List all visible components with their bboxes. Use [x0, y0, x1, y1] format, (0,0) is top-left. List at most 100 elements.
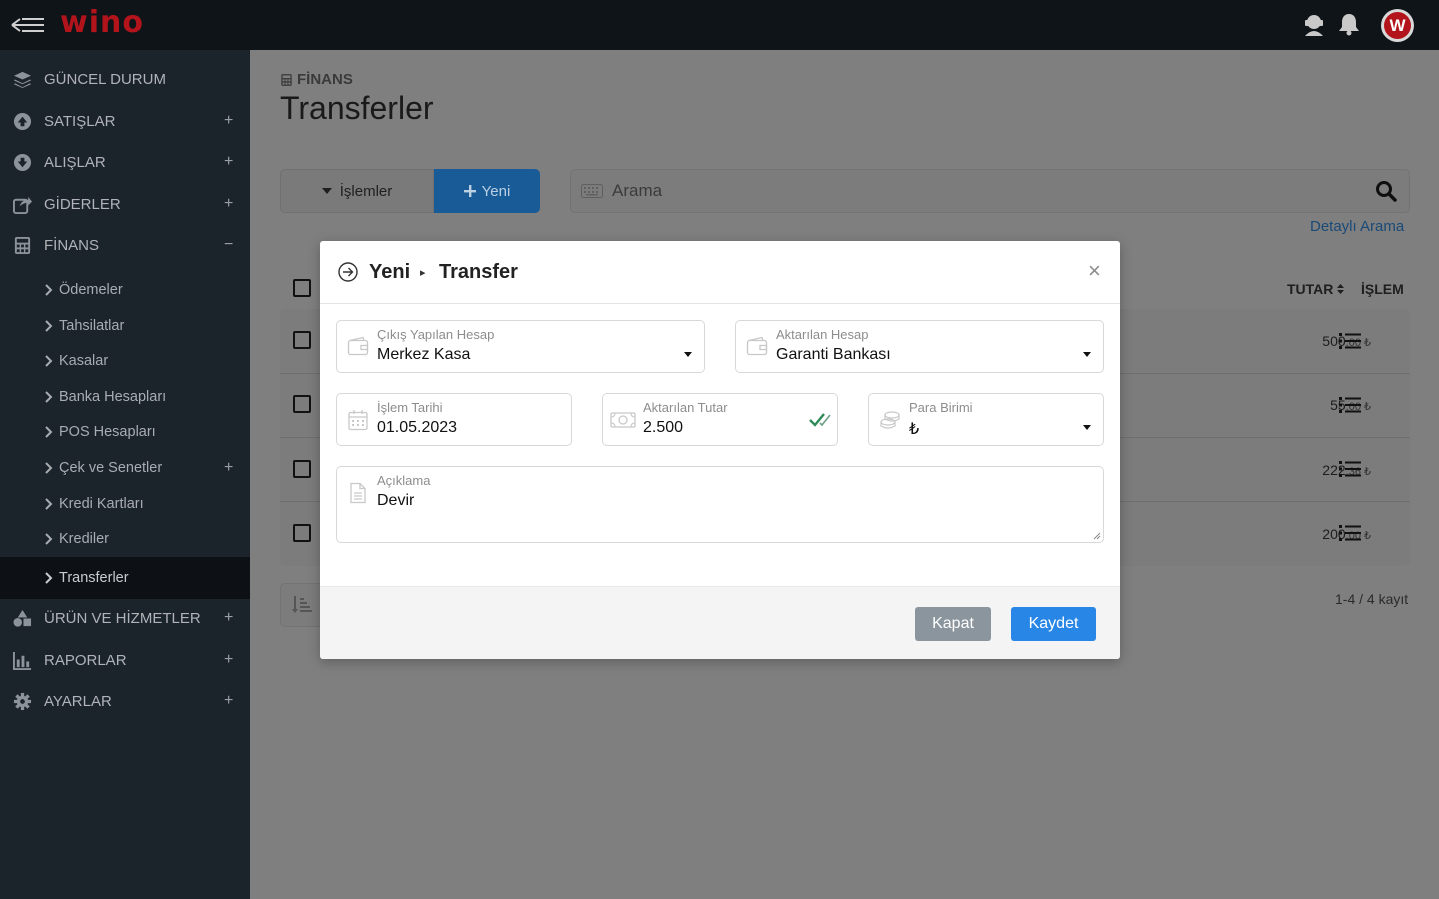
sidebar-item-label: AYARLAR [44, 692, 112, 710]
description-textarea[interactable]: Açıklama Devir [336, 466, 1104, 543]
sort-button[interactable] [280, 583, 324, 627]
sidebar-subitem-odemeler[interactable]: Ödemeler [0, 273, 250, 307]
search-input[interactable]: Arama [570, 169, 1410, 213]
sidebar-subitem-banka-hesaplari[interactable]: Banka Hesapları [0, 380, 250, 414]
sidebar-item-label: GÜNCEL DURUM [44, 70, 166, 88]
row-checkbox[interactable] [293, 460, 311, 478]
sidebar-item-alislar[interactable]: ALIŞLAR + [0, 142, 250, 182]
currency-select[interactable]: Para Birimi ₺ [868, 393, 1104, 446]
sidebar: GÜNCEL DURUM SATIŞLAR + ALIŞLAR + GİDERL… [0, 50, 250, 899]
field-value: Devir [377, 492, 415, 509]
expand-icon[interactable]: + [224, 153, 233, 171]
expand-icon[interactable]: + [224, 459, 233, 477]
record-count: 1-4 / 4 kayıt [1335, 591, 1409, 607]
caret-down-icon [684, 352, 692, 357]
actions-label: İşlemler [339, 182, 393, 200]
sidebar-subitem-cek-ve-senetler[interactable]: Çek ve Senetler + [0, 451, 250, 485]
sidebar-item-finans[interactable]: FİNANS − [0, 225, 250, 265]
field-label: Para Birimi [909, 400, 973, 415]
list-menu-icon[interactable] [1339, 332, 1361, 350]
row-checkbox[interactable] [293, 331, 311, 349]
sidebar-subitem-transferler[interactable]: Transferler [0, 557, 250, 599]
list-menu-icon[interactable] [1339, 396, 1361, 414]
menu-toggle-icon[interactable] [10, 14, 46, 36]
support-icon[interactable] [1301, 11, 1327, 37]
expand-icon[interactable]: + [224, 112, 233, 130]
search-icon[interactable] [1375, 180, 1397, 202]
sidebar-subitem-label: Krediler [59, 531, 109, 547]
sidebar-subitem-kredi-kartlari[interactable]: Kredi Kartları [0, 487, 250, 521]
calculator-icon [281, 73, 292, 86]
list-menu-icon[interactable] [1339, 524, 1361, 542]
column-header-action: İŞLEM [1361, 281, 1404, 297]
expand-icon[interactable]: + [224, 692, 233, 710]
sidebar-item-urun-ve-hizmetler[interactable]: ÜRÜN VE HİZMETLER + [0, 598, 250, 638]
sidebar-item-raporlar[interactable]: RAPORLAR + [0, 640, 250, 680]
search-placeholder: Arama [612, 181, 663, 200]
field-value: Merkez Kasa [377, 346, 471, 363]
sidebar-item-label: GİDERLER [44, 195, 121, 213]
breadcrumb-label[interactable]: FİNANS [297, 71, 353, 88]
expand-icon[interactable]: + [224, 195, 233, 213]
resize-handle-icon[interactable] [1093, 532, 1101, 540]
expand-icon[interactable]: + [224, 651, 233, 669]
bar-chart-icon [13, 651, 32, 670]
bell-icon[interactable] [1336, 11, 1362, 37]
sidebar-subitem-krediler[interactable]: Krediler [0, 522, 250, 556]
sidebar-subitem-label: Banka Hesapları [59, 389, 167, 405]
sidebar-item-label: SATIŞLAR [44, 112, 116, 130]
row-checkbox[interactable] [293, 524, 311, 542]
chevron-right-icon [45, 426, 53, 438]
sidebar-subitem-pos-hesaplari[interactable]: POS Hesapları [0, 415, 250, 449]
actions-dropdown-button[interactable]: İşlemler [280, 169, 434, 213]
sidebar-item-ayarlar[interactable]: AYARLAR + [0, 681, 250, 721]
field-value: 2.500 [643, 419, 684, 436]
expand-icon[interactable]: + [224, 609, 233, 627]
collapse-icon[interactable]: − [224, 236, 233, 254]
column-header-label: TUTAR [1287, 281, 1334, 297]
close-icon[interactable]: × [1088, 258, 1101, 284]
toolbar: İşlemler Yeni [280, 169, 540, 213]
list-menu-icon[interactable] [1339, 460, 1361, 478]
caret-down-icon [321, 188, 332, 194]
sidebar-subitem-label: Çek ve Senetler [59, 460, 163, 476]
modal-header: Yeni ▸ Transfer × [320, 241, 1120, 304]
save-button[interactable]: Kaydet [1011, 607, 1096, 641]
transaction-date-field[interactable]: İşlem Tarihi 01.05.2023 [336, 393, 572, 446]
sidebar-subitem-label: Kredi Kartları [59, 496, 144, 512]
select-all-checkbox[interactable] [293, 279, 311, 297]
sidebar-subitem-label: Kasalar [59, 353, 109, 369]
document-icon [350, 482, 366, 504]
column-header-amount[interactable]: TUTAR [1287, 281, 1345, 297]
detailed-search-link[interactable]: Detaylı Arama [1310, 218, 1404, 235]
new-button[interactable]: Yeni [434, 169, 540, 213]
sidebar-subitem-kasalar[interactable]: Kasalar [0, 344, 250, 378]
sidebar-subitem-label: Tahsilatlar [59, 318, 125, 334]
sidebar-item-label: ALIŞLAR [44, 153, 106, 171]
breadcrumb: FİNANS [280, 71, 353, 88]
arrow-circle-right-icon [338, 262, 358, 282]
source-account-select[interactable]: Çıkış Yapılan Hesap Merkez Kasa [336, 320, 705, 373]
gear-icon [13, 692, 32, 710]
wallet-icon [347, 336, 369, 356]
sidebar-subitem-tahsilatlar[interactable]: Tahsilatlar [0, 309, 250, 343]
transfer-modal: Yeni ▸ Transfer × Çıkış Yapılan Hesap Me… [320, 241, 1120, 659]
chevron-right-icon [45, 320, 53, 332]
field-label: Açıklama [377, 473, 431, 488]
avatar-letter: W [1384, 12, 1411, 39]
sidebar-item-guncel-durum[interactable]: GÜNCEL DURUM [0, 59, 250, 99]
sidebar-item-label: RAPORLAR [44, 651, 127, 669]
sidebar-item-satislar[interactable]: SATIŞLAR + [0, 101, 250, 141]
transfer-amount-field[interactable]: Aktarılan Tutar 2.500 [602, 393, 838, 446]
app-logo[interactable]: wino [60, 5, 144, 40]
upload-circle-icon [13, 112, 32, 130]
row-checkbox[interactable] [293, 395, 311, 413]
money-bill-icon [610, 412, 636, 428]
close-button[interactable]: Kapat [915, 607, 991, 641]
coins-icon [880, 411, 900, 429]
sidebar-item-giderler[interactable]: GİDERLER + [0, 184, 250, 224]
sidebar-item-label: ÜRÜN VE HİZMETLER [44, 609, 201, 627]
avatar[interactable]: W [1381, 9, 1414, 42]
target-account-select[interactable]: Aktarılan Hesap Garanti Bankası [735, 320, 1104, 373]
keyboard-icon [581, 184, 603, 198]
